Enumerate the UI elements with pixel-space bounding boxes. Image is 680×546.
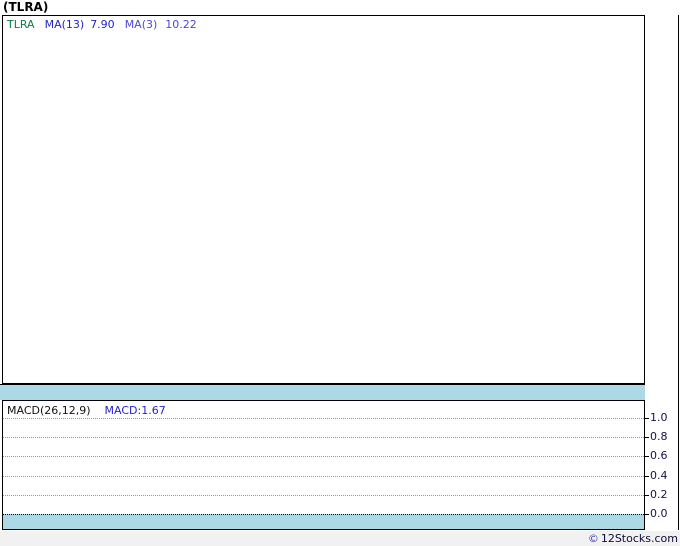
copyright-icon: © (587, 532, 599, 545)
macd-value-label: MACD:1.67 (104, 404, 166, 417)
price-panel: TLRA MA(13) 7.90 MA(3) 10.22 (2, 15, 645, 384)
ma3-label: MA(3) (124, 18, 158, 31)
macd-gridline (3, 495, 644, 496)
panel-separator-band (0, 384, 645, 400)
macd-params-label: MACD(26,12,9) (7, 404, 91, 417)
macd-gridline (3, 437, 644, 438)
axis-tick-label: 1.0 (650, 411, 668, 424)
macd-legend: MACD(26,12,9) MACD:1.67 (7, 404, 166, 417)
axis-tick-mark (645, 495, 649, 496)
price-panel-legend: TLRA MA(13) 7.90 MA(3) 10.22 (7, 18, 197, 31)
axis-tick-label: 0.6 (650, 449, 668, 462)
ma13-value: 7.90 (90, 18, 115, 31)
axis-tick-label: 0.0 (650, 507, 668, 520)
page-title: (TLRA) (3, 0, 49, 14)
ma13-label: MA(13) (44, 18, 85, 31)
axis-tick-mark (645, 456, 649, 457)
axis-tick-label: 0.8 (650, 430, 668, 443)
footer-bar: © 12Stocks.com (0, 531, 680, 546)
macd-gridline (3, 418, 644, 419)
ma3-value: 10.22 (165, 18, 197, 31)
brand-link[interactable]: 12Stocks.com (601, 532, 678, 545)
axis-tick-mark (645, 418, 649, 419)
right-axis-border-line (678, 15, 679, 530)
macd-panel: MACD(26,12,9) MACD:1.67 (2, 400, 645, 530)
chart-root: (TLRA) TLRA MA(13) 7.90 MA(3) 10.22 MACD(26,… (0, 0, 680, 546)
axis-tick-label: 0.2 (650, 488, 668, 501)
axis-tick-mark (645, 476, 649, 477)
axis-tick-mark (645, 514, 649, 515)
axis-tick-mark (645, 437, 649, 438)
axis-tick-label: 0.4 (650, 469, 668, 482)
macd-gridline (3, 476, 644, 477)
macd-gridline (3, 456, 644, 457)
ticker-symbol-label: TLRA (7, 18, 35, 31)
macd-bottom-band (3, 514, 644, 529)
